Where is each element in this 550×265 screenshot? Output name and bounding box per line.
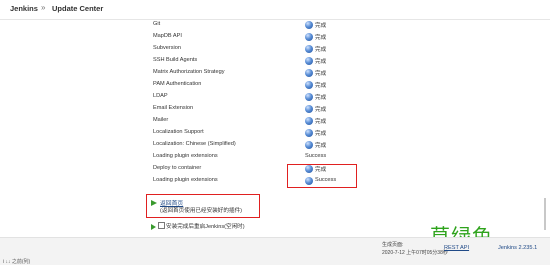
plugin-row: Matrix Authorization Strategy 完成 [153, 68, 383, 80]
blue-ball-icon [305, 81, 313, 89]
jenkins-version[interactable]: Jenkins 2.235.1 [498, 245, 537, 251]
arrow-right-icon [151, 200, 157, 206]
restart-checkbox[interactable] [158, 222, 165, 229]
page-generated-label: 生成页面: [382, 242, 404, 248]
plugin-status: 完成 [315, 83, 327, 89]
blue-ball-icon [305, 69, 313, 77]
plugin-row: SSH Build Agents 完成 [153, 56, 383, 68]
blue-ball-icon [305, 57, 313, 65]
breadcrumb-separator: » [41, 3, 46, 12]
plugin-name: Localization Support [153, 129, 204, 135]
breadcrumb-bar: Jenkins » Update Center [0, 0, 550, 20]
plugin-name: MapDB API [153, 33, 182, 39]
plugin-status: 完成 [315, 143, 327, 149]
blue-ball-icon [305, 105, 313, 113]
plugin-row: Subversion 完成 [153, 44, 383, 56]
breadcrumb-update-center[interactable]: Update Center [52, 4, 103, 13]
plugin-status: 完成 [315, 35, 327, 41]
plugin-status: 完成 [315, 107, 327, 113]
plugin-status: 完成 [315, 71, 327, 77]
plugin-name: SSH Build Agents [153, 57, 198, 63]
plugin-status: 完成 [315, 119, 327, 125]
plugin-row: MapDB API 完成 [153, 32, 383, 44]
plugin-name: Deploy to container [153, 165, 202, 171]
plugin-status: 完成 [315, 95, 327, 101]
plugin-name: Loading plugin extensions [153, 177, 218, 183]
blue-ball-icon [305, 117, 313, 125]
plugin-status: 完成 [315, 131, 327, 137]
plugin-status: 完成 [315, 59, 327, 65]
plugin-name: Mailer [153, 117, 169, 123]
plugin-name: Subversion [153, 45, 181, 51]
scrollbar[interactable] [544, 198, 546, 230]
blue-ball-icon [305, 141, 313, 149]
arrow-right-icon [151, 224, 156, 230]
plugin-row: Localization: Chinese (Simplified) 完成 [153, 140, 383, 152]
restart-checkbox-label[interactable]: 安装完成后重启Jenkins(空闲时) [166, 222, 245, 230]
highlight-success-box [287, 164, 357, 188]
plugin-name: Email Extension [153, 105, 194, 111]
plugin-name: LDAP [153, 93, 168, 99]
plugin-row: LDAP 完成 [153, 92, 383, 104]
blue-ball-icon [305, 21, 313, 29]
plugin-row: Loading plugin extensions Success [153, 152, 383, 164]
plugin-row: Localization Support 完成 [153, 128, 383, 140]
plugin-name: Localization: Chinese (Simplified) [153, 141, 236, 147]
blue-ball-icon [305, 33, 313, 41]
plugin-status: Success [305, 153, 327, 159]
blue-ball-icon [305, 129, 313, 137]
plugin-row: Mailer 完成 [153, 116, 383, 128]
plugin-name: PAM Authentication [153, 81, 202, 87]
plugin-name: Loading plugin extensions [153, 153, 218, 159]
blue-ball-icon [305, 93, 313, 101]
plugin-status: 完成 [315, 47, 327, 53]
plugin-row: PAM Authentication 完成 [153, 80, 383, 92]
plugin-name: Git [153, 21, 161, 27]
plugin-name: Matrix Authorization Strategy [153, 69, 225, 75]
blue-ball-icon [305, 45, 313, 53]
footer [0, 237, 550, 265]
breadcrumb-jenkins[interactable]: Jenkins [10, 4, 38, 13]
plugin-row: Git 完成 [153, 20, 383, 32]
back-to-home-description: (返回首页使用已经安装好的插件) [160, 208, 243, 214]
plugin-status: 完成 [315, 23, 327, 29]
page-generated-time: 2020-7-12 上午07时05分38秒 [382, 250, 448, 256]
plugin-row: Email Extension 完成 [153, 104, 383, 116]
rest-api-link[interactable]: REST API [444, 245, 469, 251]
